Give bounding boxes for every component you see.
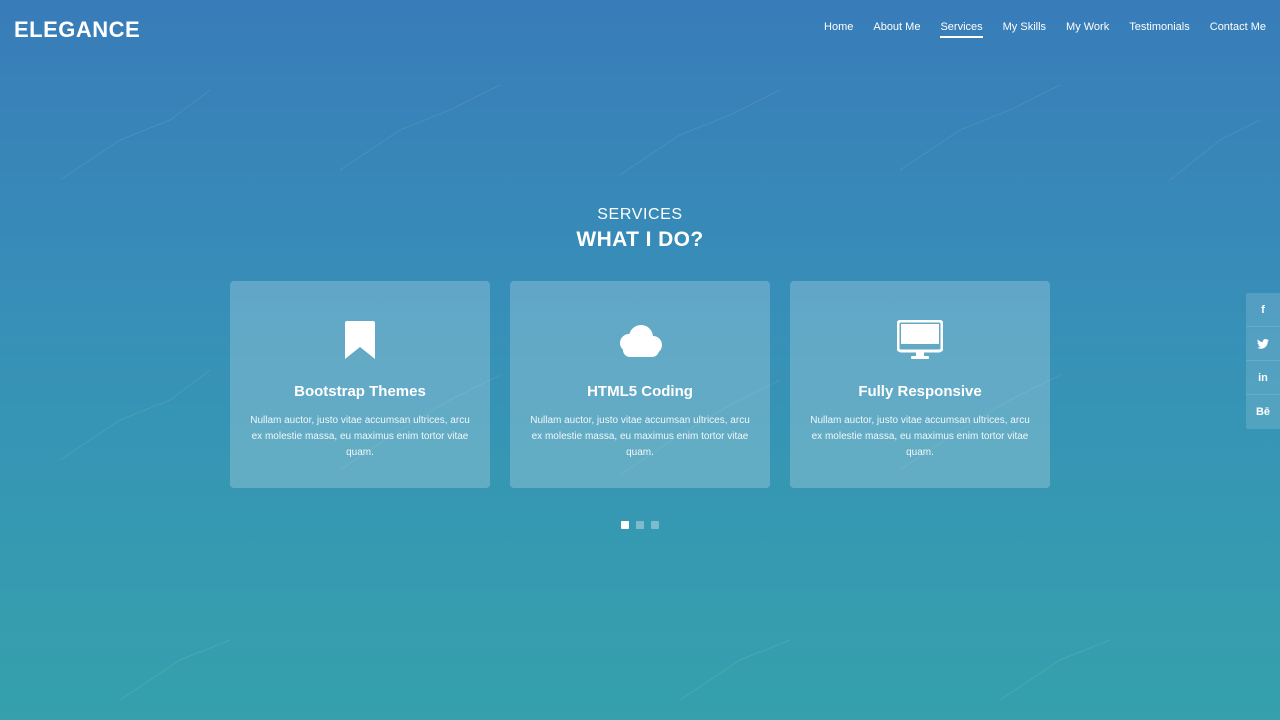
card-title: Fully Responsive	[858, 383, 982, 400]
service-card: Fully Responsive Nullam auctor, justo vi…	[790, 281, 1050, 488]
nav-home[interactable]: Home	[824, 21, 853, 38]
carousel-dot-3[interactable]	[651, 521, 659, 529]
card-text: Nullam auctor, justo vitae accumsan ultr…	[250, 415, 470, 458]
monitor-icon	[790, 319, 1050, 361]
card-text: Nullam auctor, justo vitae accumsan ultr…	[810, 415, 1030, 458]
service-card: Bootstrap Themes Nullam auctor, justo vi…	[230, 281, 490, 488]
card-text: Nullam auctor, justo vitae accumsan ultr…	[530, 415, 750, 458]
nav-my-skills[interactable]: My Skills	[1003, 21, 1046, 38]
linkedin-icon[interactable]: in	[1246, 361, 1280, 395]
facebook-icon[interactable]: f	[1246, 293, 1280, 327]
nav-my-work[interactable]: My Work	[1066, 21, 1109, 38]
cloud-icon	[510, 319, 770, 361]
social-sidebar: f in Bē	[1246, 293, 1280, 429]
nav-about-me[interactable]: About Me	[873, 21, 920, 38]
nav-contact-me[interactable]: Contact Me	[1210, 21, 1266, 38]
brand-logo[interactable]: ELEGANCE	[14, 17, 140, 43]
twitter-icon[interactable]	[1246, 327, 1280, 361]
carousel-dot-1[interactable]	[621, 521, 629, 529]
nav-services[interactable]: Services	[940, 21, 983, 38]
carousel-dot-2[interactable]	[636, 521, 644, 529]
service-card: HTML5 Coding Nullam auctor, justo vitae …	[510, 281, 770, 488]
section-title: WHAT I DO?	[576, 228, 704, 251]
carousel-indicators	[0, 521, 1280, 529]
main-nav: Home About Me Services My Skills My Work…	[824, 21, 1266, 38]
section-subtitle: SERVICES	[597, 206, 683, 223]
card-title: HTML5 Coding	[587, 383, 693, 400]
behance-icon[interactable]: Bē	[1246, 395, 1280, 429]
nav-testimonials[interactable]: Testimonials	[1129, 21, 1190, 38]
bookmark-icon	[230, 319, 490, 361]
card-title: Bootstrap Themes	[294, 383, 426, 400]
services-carousel: Bootstrap Themes Nullam auctor, justo vi…	[230, 281, 1050, 488]
